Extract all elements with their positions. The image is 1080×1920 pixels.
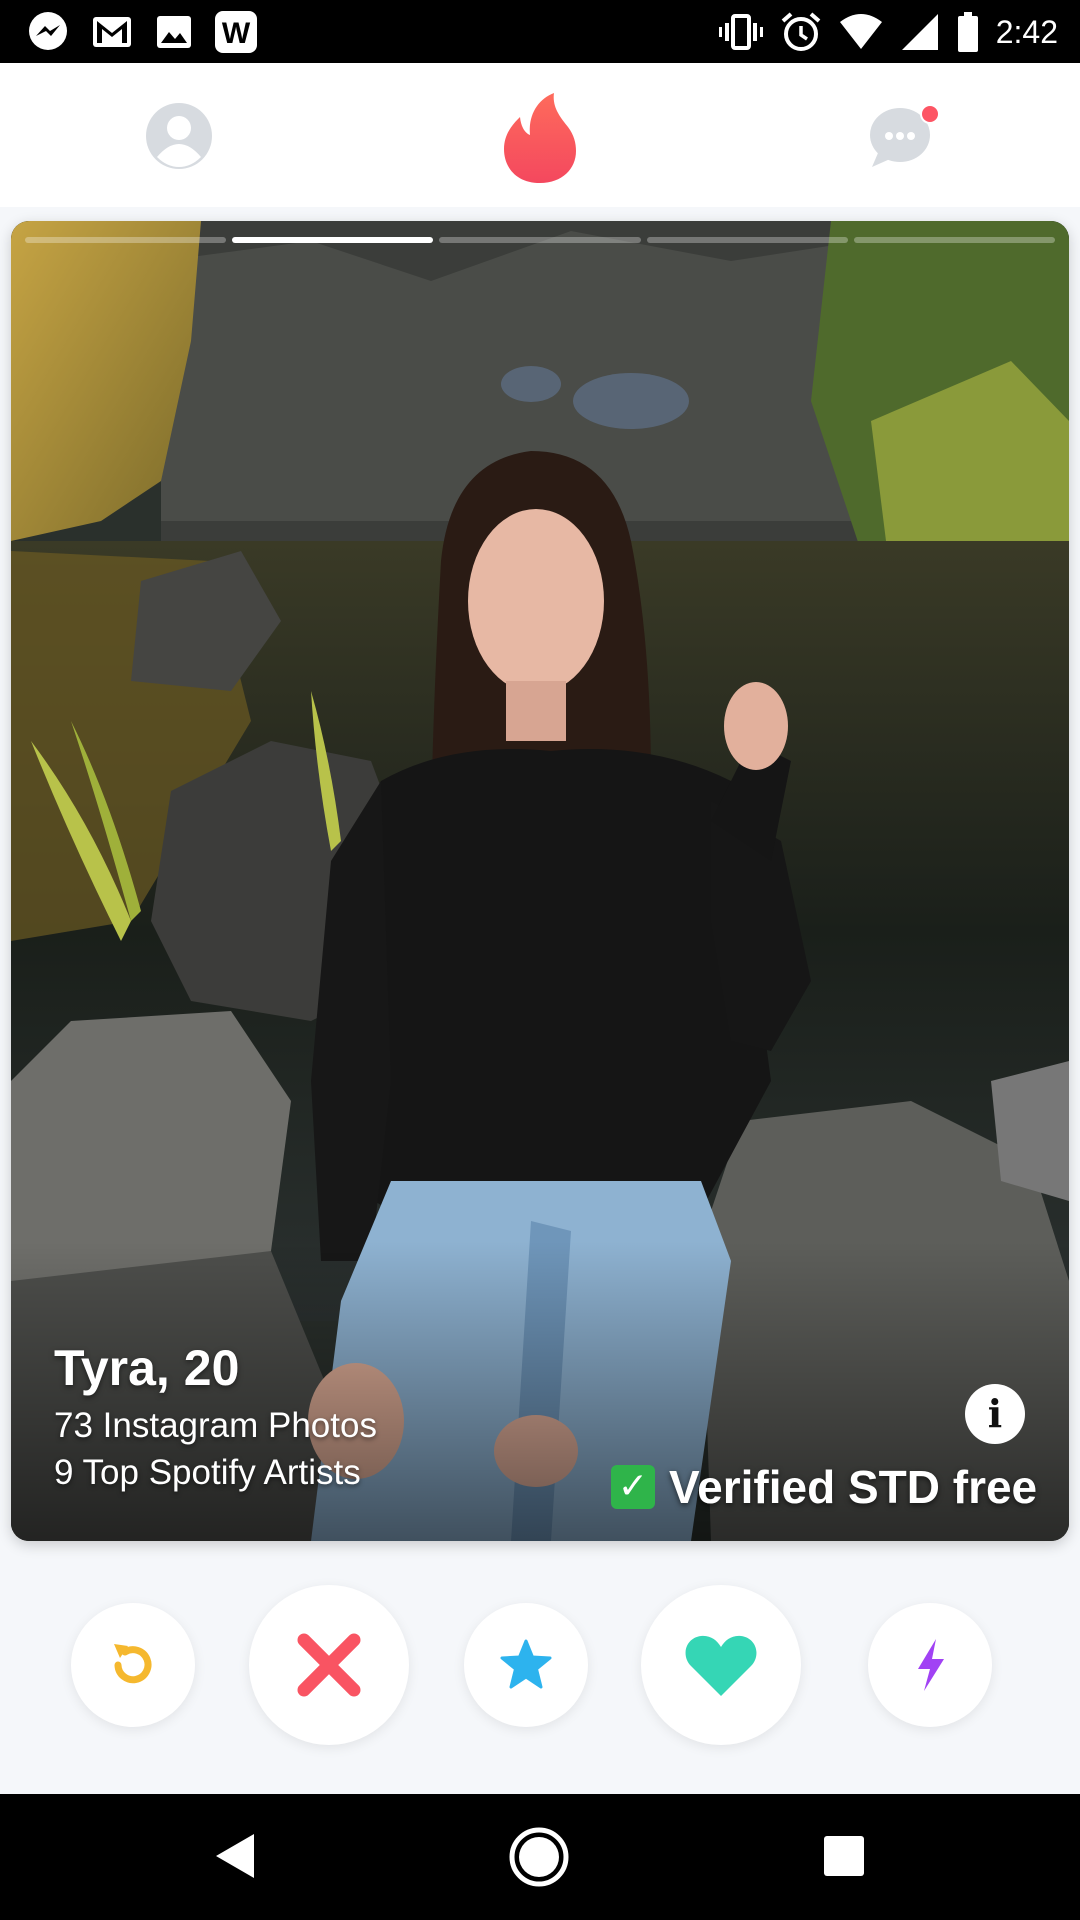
nope-button[interactable] [249, 1585, 409, 1745]
photo-progress-segment [646, 237, 848, 243]
profile-card[interactable]: Tyra, 20 73 Instagram Photos 9 Top Spotif… [11, 221, 1069, 1541]
spotify-artists-count: 9 Top Spotify Artists [54, 1453, 361, 1492]
info-button[interactable]: i [965, 1384, 1025, 1444]
profile-name-age: Tyra, 20 [54, 1339, 239, 1397]
instagram-photos-count: 73 Instagram Photos [54, 1406, 377, 1445]
photo-progress-segment [853, 237, 1056, 243]
flame-icon[interactable] [502, 91, 578, 185]
photo-progress-segment-active [232, 237, 434, 243]
photo-progress-segment [25, 237, 227, 243]
battery-icon [956, 11, 980, 53]
wifi-icon [838, 12, 884, 52]
chat-icon[interactable] [868, 101, 940, 171]
svg-text:W: W [222, 17, 251, 50]
boost-button[interactable] [868, 1603, 992, 1727]
check-icon: ✓ [611, 1465, 655, 1509]
notification-dot [922, 106, 938, 122]
status-bar-notifications: W [26, 10, 258, 54]
action-bar [0, 1580, 1080, 1750]
like-button[interactable] [641, 1585, 801, 1745]
clock: 2:42 [995, 13, 1058, 50]
gmail-icon [90, 12, 134, 52]
system-nav-bar [0, 1794, 1080, 1920]
signal-icon [900, 12, 940, 52]
image-icon [154, 12, 194, 52]
messenger-icon [26, 10, 70, 54]
alarm-icon [780, 11, 822, 53]
back-icon[interactable] [214, 1832, 256, 1885]
recents-icon[interactable] [824, 1836, 864, 1876]
heart-icon [685, 1635, 757, 1696]
rewind-button[interactable] [71, 1603, 195, 1727]
star-icon [500, 1639, 552, 1689]
status-bar: W 2:42 [0, 0, 1080, 63]
rewind-icon [114, 1644, 152, 1684]
photo-progress-segment [439, 237, 641, 243]
super-like-button[interactable] [464, 1603, 588, 1727]
status-bar-system: 2:42 [718, 10, 1058, 54]
profile-age: 20 [183, 1340, 240, 1396]
x-icon [297, 1633, 361, 1697]
profile-name: Tyra, [54, 1340, 170, 1396]
verified-badge: ✓ Verified STD free [611, 1461, 1037, 1513]
vibrate-icon [718, 12, 764, 52]
bolt-icon [918, 1639, 944, 1691]
profile-icon[interactable] [146, 103, 212, 169]
w-app-icon: W [214, 10, 258, 54]
top-navigation [0, 63, 1080, 207]
home-icon[interactable] [508, 1826, 570, 1893]
photo-progress [25, 237, 1056, 243]
verified-label: Verified STD free [669, 1461, 1038, 1513]
